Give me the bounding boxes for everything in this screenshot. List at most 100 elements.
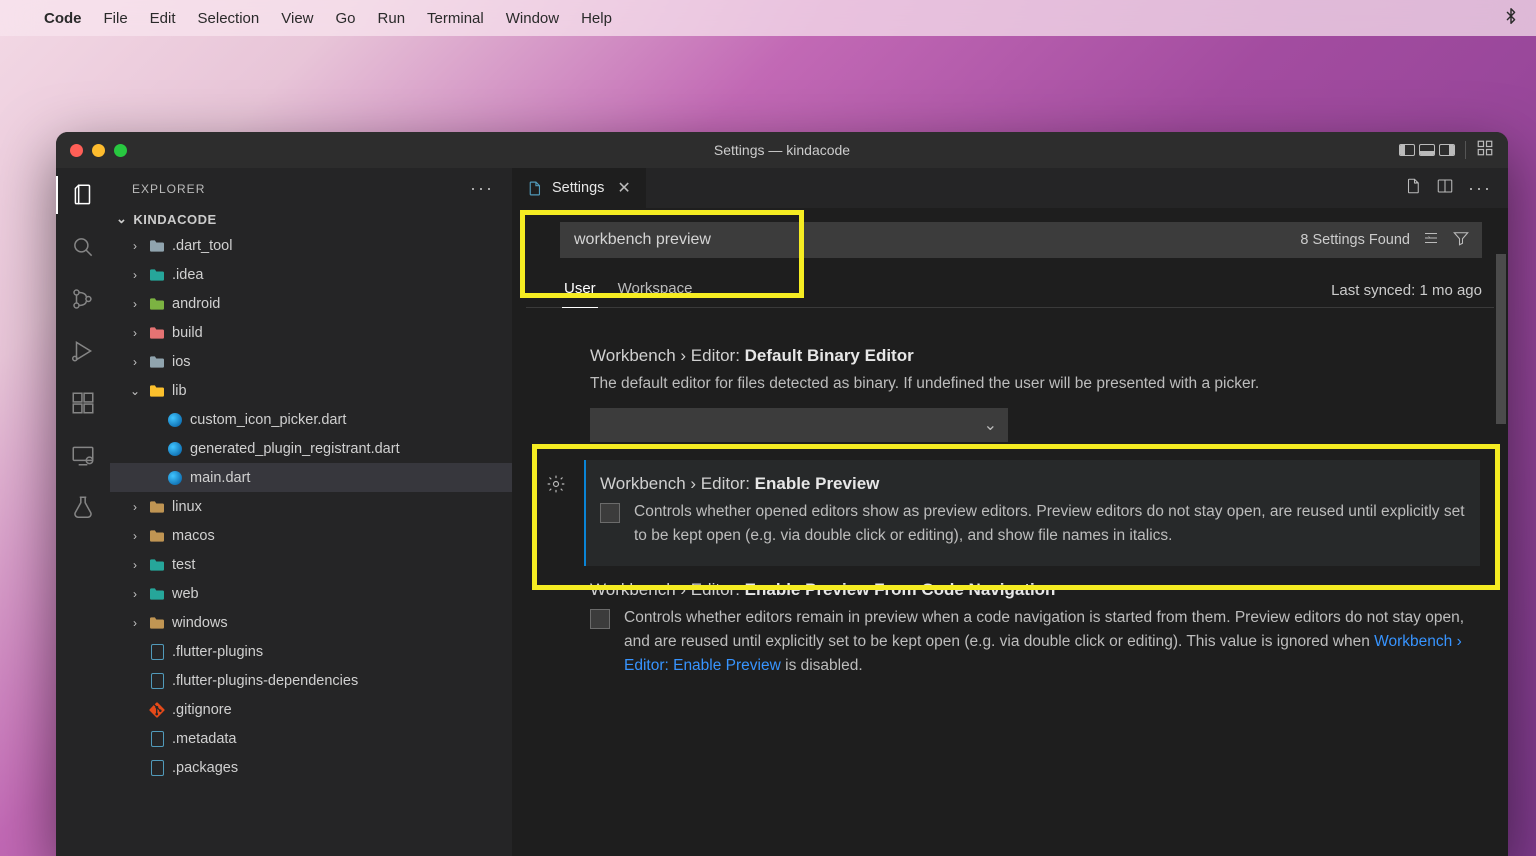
folder-row[interactable]: ›macos [110, 521, 512, 550]
sidebar-more-icon[interactable]: ··· [470, 178, 494, 199]
menu-selection[interactable]: Selection [198, 10, 260, 27]
activity-testing-icon[interactable] [68, 492, 98, 522]
chevron-right-icon [128, 703, 142, 717]
window-maximize-button[interactable] [114, 144, 127, 157]
gear-icon[interactable] [546, 474, 566, 499]
scope-user-tab[interactable]: User [562, 274, 598, 308]
folder-row[interactable]: ›build [110, 318, 512, 347]
tree-item-label: .metadata [172, 731, 237, 747]
activity-search-icon[interactable] [68, 232, 98, 262]
tab-label: Settings [552, 180, 604, 196]
file-row[interactable]: .flutter-plugins-dependencies [110, 666, 512, 695]
folder-icon [148, 353, 166, 371]
tree-item-label: ios [172, 354, 191, 370]
chevron-down-icon: ⌄ [984, 415, 997, 435]
window-titlebar[interactable]: Settings — kindacode [56, 132, 1508, 168]
tree-item-label: .idea [172, 267, 203, 283]
file-row[interactable]: .flutter-plugins [110, 637, 512, 666]
folder-row[interactable]: ›linux [110, 492, 512, 521]
toggle-secondary-sidebar-icon[interactable] [1439, 144, 1455, 156]
menubar-app-name[interactable]: Code [44, 10, 82, 27]
file-row[interactable]: .gitignore [110, 695, 512, 724]
menu-terminal[interactable]: Terminal [427, 10, 484, 27]
activity-run-debug-icon[interactable] [68, 336, 98, 366]
more-actions-icon[interactable]: ··· [1468, 178, 1492, 199]
file-row[interactable]: custom_icon_picker.dart [110, 405, 512, 434]
folder-row[interactable]: ›windows [110, 608, 512, 637]
settings-scope-tabs: User Workspace Last synced: 1 mo ago [526, 266, 1494, 308]
activity-extensions-icon[interactable] [68, 388, 98, 418]
folder-row[interactable]: ›.idea [110, 260, 512, 289]
folder-row[interactable]: ›.dart_tool [110, 231, 512, 260]
menu-go[interactable]: Go [336, 10, 356, 27]
chevron-right-icon [128, 645, 142, 659]
chevron-right-icon [128, 674, 142, 688]
setting-enable-preview-code-nav: Workbench › Editor: Enable Preview From … [584, 566, 1480, 696]
open-settings-json-icon[interactable] [1404, 177, 1422, 200]
project-header[interactable]: ⌄ KINDACODE [110, 207, 512, 231]
setting-checkbox[interactable] [590, 609, 610, 629]
tree-item-label: linux [172, 499, 202, 515]
scope-workspace-tab[interactable]: Workspace [616, 274, 695, 307]
scrollbar-thumb[interactable] [1496, 254, 1506, 424]
window-minimize-button[interactable] [92, 144, 105, 157]
menu-window[interactable]: Window [506, 10, 559, 27]
chevron-right-icon [146, 442, 160, 456]
folder-icon [148, 324, 166, 342]
toggle-panel-icon[interactable] [1419, 144, 1435, 156]
editor-area: Settings ✕ ··· [512, 168, 1508, 856]
filter-icon[interactable] [1452, 229, 1470, 251]
tree-item-label: .flutter-plugins-dependencies [172, 673, 358, 689]
setting-checkbox[interactable] [600, 503, 620, 523]
chevron-right-icon [128, 761, 142, 775]
toggle-primary-sidebar-icon[interactable] [1399, 144, 1415, 156]
menu-help[interactable]: Help [581, 10, 612, 27]
folder-row[interactable]: ›web [110, 579, 512, 608]
tab-close-icon[interactable]: ✕ [617, 178, 630, 198]
activity-source-control-icon[interactable] [68, 284, 98, 314]
tree-item-label: macos [172, 528, 215, 544]
mac-menubar: Code File Edit Selection View Go Run Ter… [0, 0, 1536, 36]
bluetooth-icon[interactable] [1504, 7, 1518, 30]
folder-row[interactable]: ›ios [110, 347, 512, 376]
folder-icon [148, 527, 166, 545]
setting-description: Controls whether opened editors show as … [634, 500, 1474, 548]
scrollbar[interactable] [1494, 248, 1508, 856]
menu-file[interactable]: File [104, 10, 128, 27]
setting-dropdown[interactable]: ⌄ [590, 408, 1008, 442]
dart-file-icon [166, 440, 184, 458]
activity-explorer-icon[interactable] [68, 180, 98, 210]
setting-crumb: Workbench › Editor: [590, 580, 745, 599]
menu-view[interactable]: View [281, 10, 313, 27]
window-close-button[interactable] [70, 144, 83, 157]
folder-row[interactable]: ›test [110, 550, 512, 579]
customize-layout-icon[interactable] [1476, 139, 1494, 162]
setting-name: Default Binary Editor [745, 346, 914, 365]
folder-icon [148, 556, 166, 574]
setting-name: Enable Preview From Code Navigation [745, 580, 1056, 599]
tab-settings[interactable]: Settings ✕ [512, 168, 646, 208]
clear-search-icon[interactable] [1422, 229, 1440, 251]
file-icon [148, 759, 166, 777]
menu-run[interactable]: Run [378, 10, 406, 27]
chevron-right-icon: › [128, 297, 142, 311]
tree-item-label: .packages [172, 760, 238, 776]
folder-icon [148, 498, 166, 516]
activity-remote-icon[interactable] [68, 440, 98, 470]
setting-crumb: Workbench › Editor: [590, 346, 745, 365]
chevron-down-icon: ⌄ [116, 211, 127, 227]
chevron-right-icon: › [128, 326, 142, 340]
file-row[interactable]: .metadata [110, 724, 512, 753]
folder-icon [148, 585, 166, 603]
file-row[interactable]: main.dart [110, 463, 512, 492]
tree-item-label: .flutter-plugins [172, 644, 263, 660]
tree-item-label: test [172, 557, 195, 573]
file-row[interactable]: .packages [110, 753, 512, 782]
folder-row[interactable]: ⌄lib [110, 376, 512, 405]
split-editor-icon[interactable] [1436, 177, 1454, 200]
file-row[interactable]: generated_plugin_registrant.dart [110, 434, 512, 463]
git-file-icon [148, 701, 166, 719]
editor-tabs: Settings ✕ ··· [512, 168, 1508, 208]
folder-row[interactable]: ›android [110, 289, 512, 318]
menu-edit[interactable]: Edit [150, 10, 176, 27]
